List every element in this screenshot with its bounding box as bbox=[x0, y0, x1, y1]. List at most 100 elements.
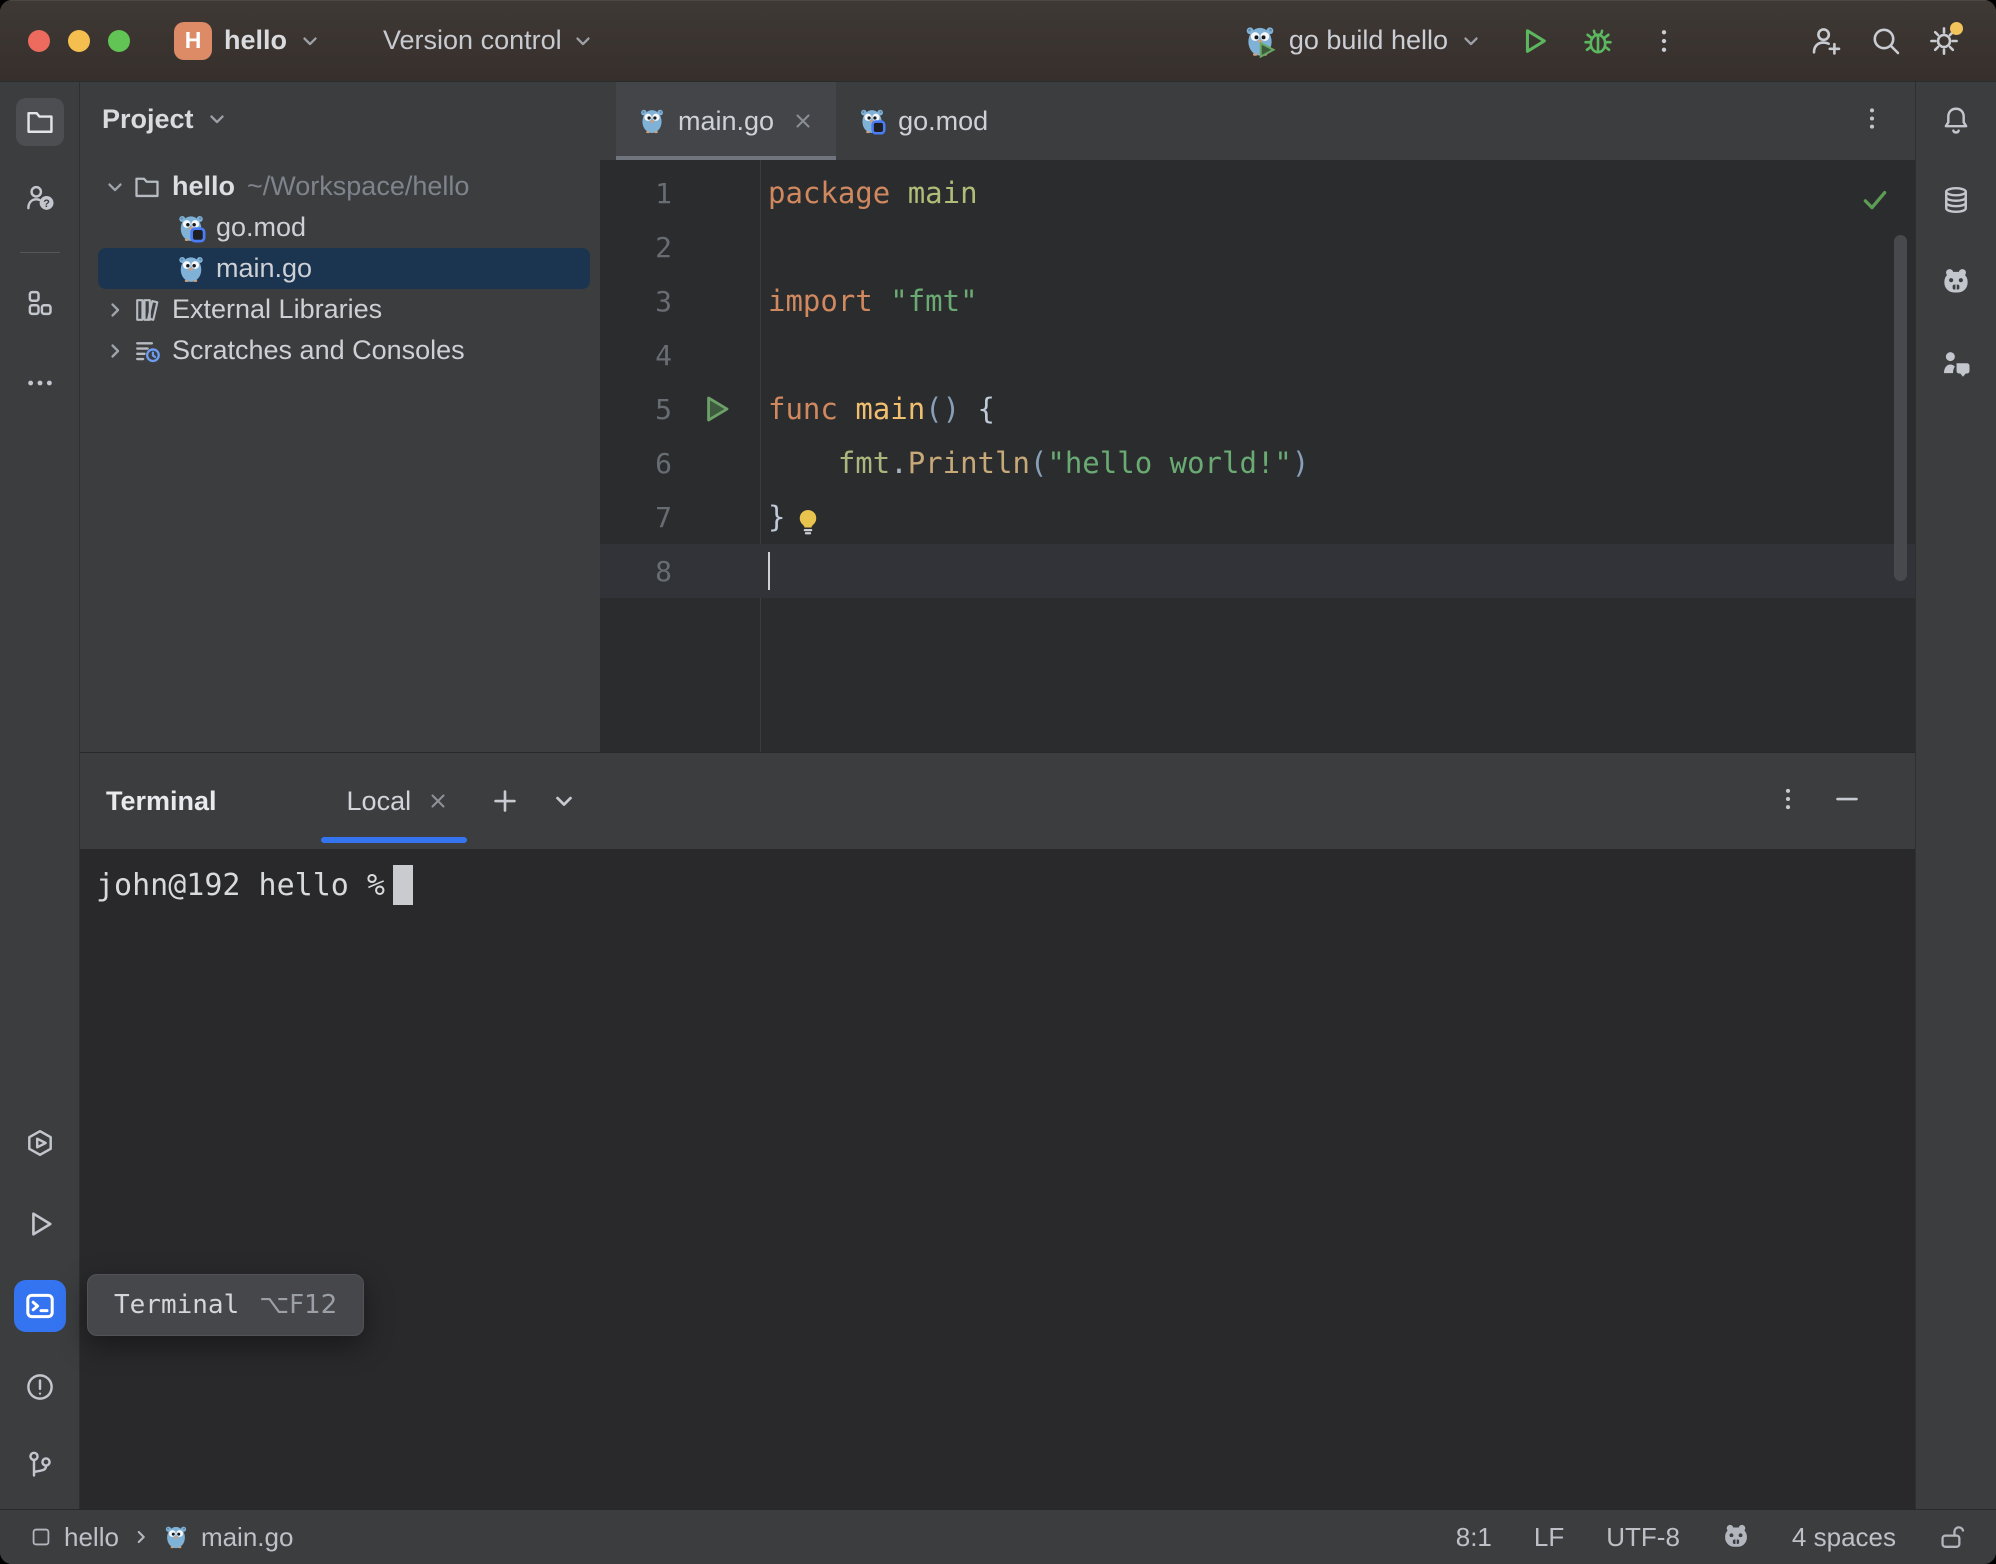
breadcrumb-item-maingo[interactable]: main.go bbox=[201, 1522, 294, 1553]
line-number: 2 bbox=[600, 231, 672, 264]
breadcrumb-item-hello[interactable]: hello bbox=[64, 1522, 119, 1553]
traffic-lights bbox=[28, 30, 130, 52]
line-number: 7 bbox=[600, 501, 672, 534]
code-line-5[interactable]: 5func main() { bbox=[600, 382, 1915, 436]
code-line-2[interactable]: 2 bbox=[600, 220, 1915, 274]
vcs-widget[interactable]: Version control bbox=[383, 25, 594, 56]
run-button[interactable] bbox=[16, 1200, 64, 1248]
hide-terminal-button[interactable] bbox=[1833, 785, 1861, 818]
encoding-widget[interactable]: UTF-8 bbox=[1606, 1522, 1680, 1553]
run-button[interactable] bbox=[1512, 19, 1556, 63]
gopher-icon bbox=[176, 254, 206, 284]
unlock-icon[interactable] bbox=[1938, 1523, 1966, 1551]
close-icon[interactable] bbox=[427, 790, 449, 812]
more-button[interactable] bbox=[16, 359, 64, 407]
project-tree: hello~/Workspace/hello go.mod main.go Ext… bbox=[80, 166, 600, 371]
tab-label: main.go bbox=[678, 106, 774, 137]
services-button[interactable] bbox=[16, 1119, 64, 1167]
line-number: 3 bbox=[600, 285, 672, 318]
tree-item-hello[interactable]: hello~/Workspace/hello bbox=[98, 166, 590, 207]
gopher-mod-icon bbox=[858, 107, 886, 135]
more-actions-button[interactable] bbox=[1642, 19, 1686, 63]
line-separator-widget[interactable]: LF bbox=[1534, 1522, 1564, 1553]
gopher-icon bbox=[163, 1524, 189, 1550]
terminal-options-button[interactable] bbox=[1775, 786, 1801, 817]
terminal-button[interactable] bbox=[14, 1280, 66, 1332]
debug-button[interactable] bbox=[1576, 19, 1620, 63]
tree-item-scratches-and-consoles[interactable]: Scratches and Consoles bbox=[98, 330, 590, 371]
project-avatar: H bbox=[174, 22, 212, 60]
add-user-button[interactable] bbox=[1804, 19, 1848, 63]
structure-icon bbox=[25, 288, 55, 318]
code-line-6[interactable]: 6 fmt.Println("hello world!") bbox=[600, 436, 1915, 490]
caret-position-widget[interactable]: 8:1 bbox=[1456, 1522, 1492, 1553]
terminal-header: Terminal Local bbox=[80, 753, 1915, 849]
structure-button[interactable] bbox=[16, 279, 64, 327]
chevron-right-icon[interactable] bbox=[98, 299, 132, 321]
project-widget[interactable]: H hello bbox=[174, 22, 321, 60]
run-main-gutter-icon[interactable] bbox=[699, 392, 733, 426]
terminal-prompt: john@192 hello % bbox=[96, 868, 385, 903]
editor-tab-go-mod[interactable]: go.mod bbox=[836, 82, 1010, 160]
chevron-right-icon[interactable] bbox=[98, 340, 132, 362]
project-name: hello bbox=[224, 25, 287, 56]
code-line-1[interactable]: 1 package main bbox=[600, 166, 1915, 220]
left-toolwindow-strip: ? bbox=[0, 82, 80, 1509]
chevron-down-icon[interactable] bbox=[98, 176, 132, 198]
project-panel-title: Project bbox=[102, 104, 194, 135]
code-line-7[interactable]: 7} bbox=[600, 490, 1915, 544]
gutter-slot bbox=[672, 392, 760, 426]
commit-help-button[interactable]: ? bbox=[16, 174, 64, 222]
run-icon bbox=[25, 1209, 55, 1239]
close-icon[interactable] bbox=[792, 110, 814, 132]
terminal-dropdown-button[interactable] bbox=[551, 788, 577, 814]
version-control-button[interactable] bbox=[16, 1441, 64, 1489]
ai-assistant-icon bbox=[1941, 267, 1971, 297]
code-editor[interactable]: 1 package main 2 3 import "fmt" 4 5func main()… bbox=[600, 160, 1915, 752]
gopher-run-icon bbox=[1243, 24, 1277, 58]
tree-item-external-libraries[interactable]: External Libraries bbox=[98, 289, 590, 330]
intention-bulb-icon[interactable] bbox=[793, 507, 823, 537]
run-config-selector[interactable]: go build hello bbox=[1243, 24, 1482, 58]
code-line-4[interactable]: 4 bbox=[600, 328, 1915, 382]
problems-button[interactable] bbox=[16, 1363, 64, 1411]
project-panel-header[interactable]: Project bbox=[80, 96, 600, 142]
terminal-tab-label: Local bbox=[347, 786, 412, 817]
search-button[interactable] bbox=[1864, 19, 1908, 63]
tooltip-shortcut: ⌥F12 bbox=[259, 1290, 337, 1320]
code-text: package main bbox=[768, 176, 978, 210]
tab-options-button[interactable] bbox=[1859, 106, 1885, 137]
notifications-button[interactable] bbox=[1932, 96, 1980, 144]
tree-item-go-mod[interactable]: go.mod bbox=[98, 207, 590, 248]
tree-item-main-go[interactable]: main.go bbox=[98, 248, 590, 289]
inspections-ok-icon[interactable] bbox=[1861, 186, 1889, 221]
code-line-3[interactable]: 3 import "fmt" bbox=[600, 274, 1915, 328]
minimize-window-button[interactable] bbox=[68, 30, 90, 52]
code-text: import "fmt" bbox=[768, 284, 978, 318]
settings-button[interactable] bbox=[1922, 19, 1966, 63]
new-terminal-button[interactable] bbox=[491, 787, 519, 815]
indent-widget[interactable]: 4 spaces bbox=[1792, 1522, 1896, 1553]
gopher-sdk-icon[interactable] bbox=[1722, 1523, 1750, 1551]
tree-item-label: Scratches and Consoles bbox=[172, 335, 465, 366]
problems-icon bbox=[25, 1372, 55, 1402]
ide-window: H hello Version control go build hello bbox=[0, 0, 1996, 1564]
strip-divider bbox=[20, 252, 60, 253]
code-with-me-button[interactable] bbox=[1932, 339, 1980, 387]
project-folder-button[interactable] bbox=[16, 98, 64, 146]
terminal-output[interactable]: john@192 hello % Terminal ⌥F12 bbox=[80, 849, 1915, 1509]
tree-item-label: main.go bbox=[216, 253, 312, 284]
ai-assistant-button[interactable] bbox=[1932, 258, 1980, 306]
line-number: 4 bbox=[600, 339, 672, 372]
terminal-title[interactable]: Terminal bbox=[106, 786, 217, 817]
terminal-tab-local[interactable]: Local bbox=[341, 753, 456, 849]
code-line-8[interactable]: 8 bbox=[600, 544, 1915, 598]
database-button[interactable] bbox=[1932, 176, 1980, 224]
editor-scrollbar[interactable] bbox=[1894, 235, 1907, 581]
close-window-button[interactable] bbox=[28, 30, 50, 52]
editor-tab-main-go[interactable]: main.go bbox=[616, 82, 836, 160]
code-text: fmt.Println("hello world!") bbox=[768, 446, 1309, 480]
zoom-window-button[interactable] bbox=[108, 30, 130, 52]
line-number: 1 bbox=[600, 177, 672, 210]
line-number: 5 bbox=[600, 393, 672, 426]
